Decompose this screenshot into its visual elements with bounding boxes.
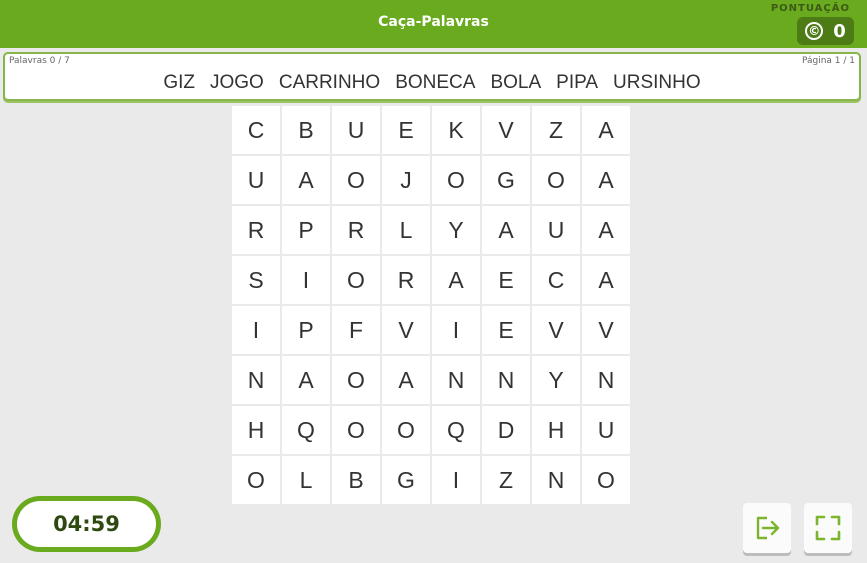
grid-cell[interactable]: O (532, 156, 580, 204)
grid-cell[interactable]: A (582, 156, 630, 204)
grid-cell[interactable]: U (332, 106, 380, 154)
grid-cell[interactable]: Q (282, 406, 330, 454)
grid-cell[interactable]: U (532, 206, 580, 254)
grid-cell[interactable]: O (232, 456, 280, 504)
grid-cell[interactable]: V (482, 106, 530, 154)
timer: 04:59 (12, 496, 161, 552)
grid-cell[interactable]: I (432, 456, 480, 504)
word-item: BONECA (395, 72, 476, 93)
grid-cell[interactable]: J (382, 156, 430, 204)
grid-cell[interactable]: O (332, 406, 380, 454)
grid-cell[interactable]: G (482, 156, 530, 204)
grid-cell[interactable]: A (282, 156, 330, 204)
grid-cell[interactable]: Z (532, 106, 580, 154)
grid-cell[interactable]: N (432, 356, 480, 404)
grid-cell[interactable]: A (382, 356, 430, 404)
grid-cell[interactable]: O (332, 156, 380, 204)
grid-cell[interactable]: F (332, 306, 380, 354)
game-title: Caça-Palavras (378, 14, 489, 30)
word-item: BOLA (490, 72, 542, 93)
exit-icon (756, 516, 780, 540)
grid-cell[interactable]: N (232, 356, 280, 404)
grid-cell[interactable]: A (582, 106, 630, 154)
coin-icon: © (805, 22, 824, 40)
grid-cell[interactable]: A (582, 256, 630, 304)
grid-cell[interactable]: S (232, 256, 280, 304)
letter-grid: CBUEKVZAUAOJOGOARPRLYAUASIORAECAIPFVIEVV… (232, 106, 632, 506)
word-list: GIZ JOGO CARRINHO BONECA BOLA PIPA URSIN… (5, 72, 859, 94)
word-item: GIZ (163, 72, 195, 93)
grid-cell[interactable]: O (582, 456, 630, 504)
grid-cell[interactable]: Z (482, 456, 530, 504)
grid-cell[interactable]: N (482, 356, 530, 404)
grid-cell[interactable]: I (432, 306, 480, 354)
grid-cell[interactable]: H (232, 406, 280, 454)
grid-cell[interactable]: P (282, 306, 330, 354)
exit-button[interactable] (743, 503, 791, 553)
grid-cell[interactable]: K (432, 106, 480, 154)
grid-cell[interactable]: O (332, 356, 380, 404)
grid-cell[interactable]: R (332, 206, 380, 254)
fullscreen-button[interactable] (804, 503, 852, 553)
word-item: PIPA (556, 72, 599, 93)
grid-cell[interactable]: D (482, 406, 530, 454)
grid-cell[interactable]: O (432, 156, 480, 204)
grid-cell[interactable]: V (532, 306, 580, 354)
fullscreen-icon (815, 515, 841, 541)
grid-cell[interactable]: L (282, 456, 330, 504)
word-item: JOGO (210, 72, 264, 93)
grid-cell[interactable]: A (432, 256, 480, 304)
grid-cell[interactable]: E (482, 306, 530, 354)
grid-cell[interactable]: O (332, 256, 380, 304)
grid-cell[interactable]: H (532, 406, 580, 454)
grid-cell[interactable]: A (582, 206, 630, 254)
words-panel: Palavras 0 / 7 Página 1 / 1 GIZ JOGO CAR… (3, 52, 861, 101)
grid-cell[interactable]: I (282, 256, 330, 304)
grid-cell[interactable]: Y (432, 206, 480, 254)
grid-cell[interactable]: A (282, 356, 330, 404)
top-bar: Caça-Palavras PONTUAÇÃO © 0 (0, 0, 867, 48)
grid-cell[interactable]: R (382, 256, 430, 304)
page-indicator: Página 1 / 1 (801, 56, 855, 66)
grid-cell[interactable]: Q (432, 406, 480, 454)
timer-value: 04:59 (17, 501, 156, 547)
grid-cell[interactable]: B (282, 106, 330, 154)
grid-cell[interactable]: L (382, 206, 430, 254)
grid-cell[interactable]: G (382, 456, 430, 504)
words-found-count: Palavras 0 / 7 (9, 56, 70, 66)
word-item: CARRINHO (278, 72, 381, 93)
grid-cell[interactable]: P (282, 206, 330, 254)
grid-cell[interactable]: B (332, 456, 380, 504)
grid-cell[interactable]: C (232, 106, 280, 154)
grid-cell[interactable]: C (532, 256, 580, 304)
grid-cell[interactable]: O (382, 406, 430, 454)
grid-cell[interactable]: E (482, 256, 530, 304)
grid-cell[interactable]: Y (532, 356, 580, 404)
grid-cell[interactable]: E (382, 106, 430, 154)
grid-cell[interactable]: R (232, 206, 280, 254)
grid-cell[interactable]: N (532, 456, 580, 504)
score-value: 0 (833, 20, 846, 42)
grid-cell[interactable]: V (382, 306, 430, 354)
grid-cell[interactable]: I (232, 306, 280, 354)
grid-cell[interactable]: U (582, 406, 630, 454)
grid-cell[interactable]: V (582, 306, 630, 354)
grid-cell[interactable]: A (482, 206, 530, 254)
score-label: PONTUAÇÃO (770, 3, 850, 14)
score-badge: © 0 (797, 17, 854, 45)
word-item: URSINHO (613, 72, 701, 93)
grid-cell[interactable]: U (232, 156, 280, 204)
grid-cell[interactable]: N (582, 356, 630, 404)
